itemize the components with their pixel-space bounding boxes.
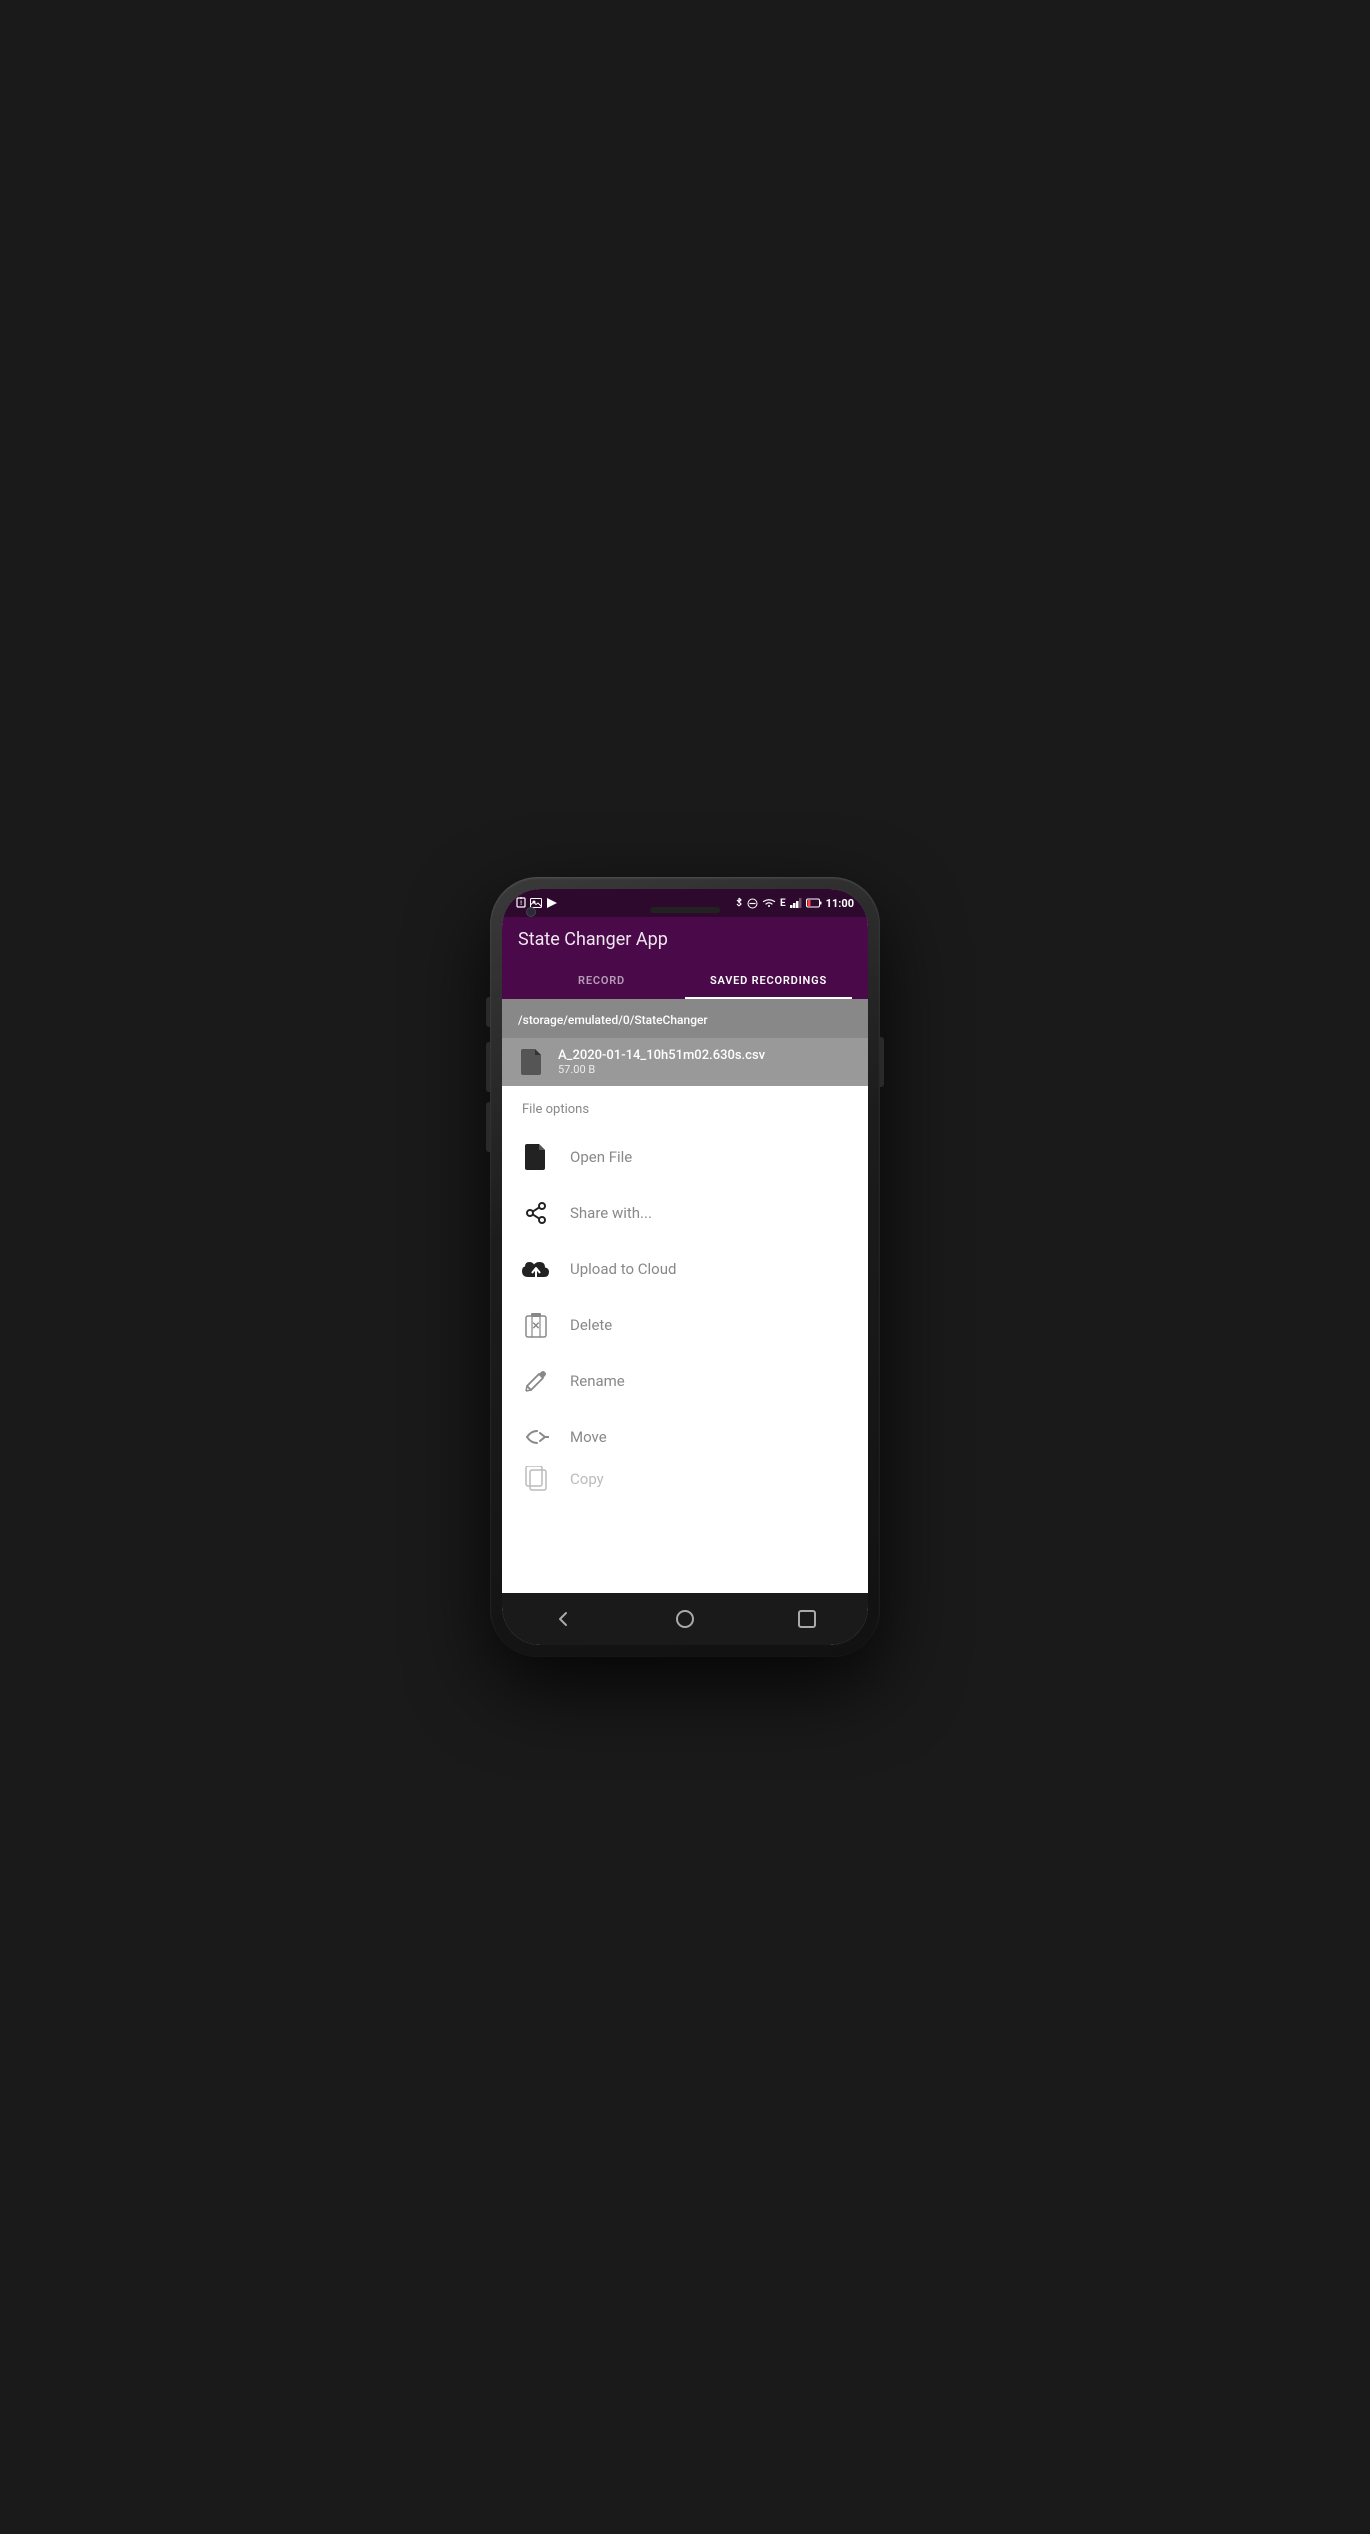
menu-item-copy[interactable]: Copy <box>502 1465 868 1493</box>
move-icon <box>522 1423 550 1451</box>
share-icon <box>522 1199 550 1227</box>
delete-label: Delete <box>570 1316 612 1334</box>
menu-item-move[interactable]: Move <box>502 1409 868 1465</box>
tab-record[interactable]: RECORD <box>518 964 685 999</box>
pencil-icon <box>522 1367 550 1395</box>
upload-label: Upload to Cloud <box>570 1260 676 1278</box>
open-file-label: Open File <box>570 1148 632 1166</box>
file-name-text: A_2020-01-14_10h51m02.630s.csv <box>558 1048 765 1063</box>
minus-circle-icon <box>747 898 758 909</box>
file-size-text: 57.00 B <box>558 1063 765 1076</box>
phone-screen: ! <box>502 889 868 1645</box>
menu-item-open-file[interactable]: Open File <box>502 1129 868 1185</box>
speaker <box>650 907 720 913</box>
svg-text:✕: ✕ <box>532 1321 540 1332</box>
tab-saved-recordings[interactable]: SAVED RECORDINGS <box>685 964 852 999</box>
open-file-icon <box>522 1143 550 1171</box>
menu-item-share[interactable]: Share with... <box>502 1185 868 1241</box>
file-list-item[interactable]: A_2020-01-14_10h51m02.630s.csv 57.00 B <box>502 1038 868 1086</box>
back-button[interactable] <box>545 1601 581 1637</box>
navigation-bar <box>502 1593 868 1645</box>
bluetooth-icon <box>735 897 743 909</box>
storage-path-text: /storage/emulated/0/StateChanger <box>518 1013 708 1027</box>
recent-button[interactable] <box>789 1601 825 1637</box>
signal-icon <box>790 898 802 908</box>
menu-item-rename[interactable]: Rename <box>502 1353 868 1409</box>
copy-label: Copy <box>570 1470 604 1488</box>
home-button[interactable] <box>667 1601 703 1637</box>
context-menu: File options Open File <box>502 1086 868 1593</box>
app-bar: State Changer App RECORD SAVED RECORDING… <box>502 917 868 999</box>
svg-text:!: ! <box>520 900 522 907</box>
file-info: A_2020-01-14_10h51m02.630s.csv 57.00 B <box>558 1048 765 1076</box>
app-title: State Changer App <box>518 929 852 950</box>
delete-icon: ✕ <box>522 1311 550 1339</box>
playstore-icon <box>546 897 558 909</box>
tab-bar: RECORD SAVED RECORDINGS <box>518 964 852 999</box>
rename-label: Rename <box>570 1372 625 1390</box>
phone-device: ! <box>490 877 880 1657</box>
status-icons-left: ! <box>516 897 558 909</box>
notification-icon: ! <box>516 897 526 909</box>
battery-icon <box>806 898 822 908</box>
status-icons-right: E <box>735 897 854 910</box>
menu-item-delete[interactable]: ✕ Delete <box>502 1297 868 1353</box>
move-label: Move <box>570 1428 607 1446</box>
e-icon: E <box>780 898 786 909</box>
camera <box>526 907 536 917</box>
share-label: Share with... <box>570 1204 652 1222</box>
cloud-upload-icon <box>522 1255 550 1283</box>
copy-icon <box>522 1465 550 1493</box>
wifi-icon <box>762 898 776 908</box>
menu-item-upload[interactable]: Upload to Cloud <box>502 1241 868 1297</box>
file-doc-icon <box>518 1048 546 1076</box>
sheet-title: File options <box>502 1102 868 1129</box>
file-path-bar: /storage/emulated/0/StateChanger <box>502 999 868 1038</box>
clock: 11:00 <box>826 897 854 910</box>
